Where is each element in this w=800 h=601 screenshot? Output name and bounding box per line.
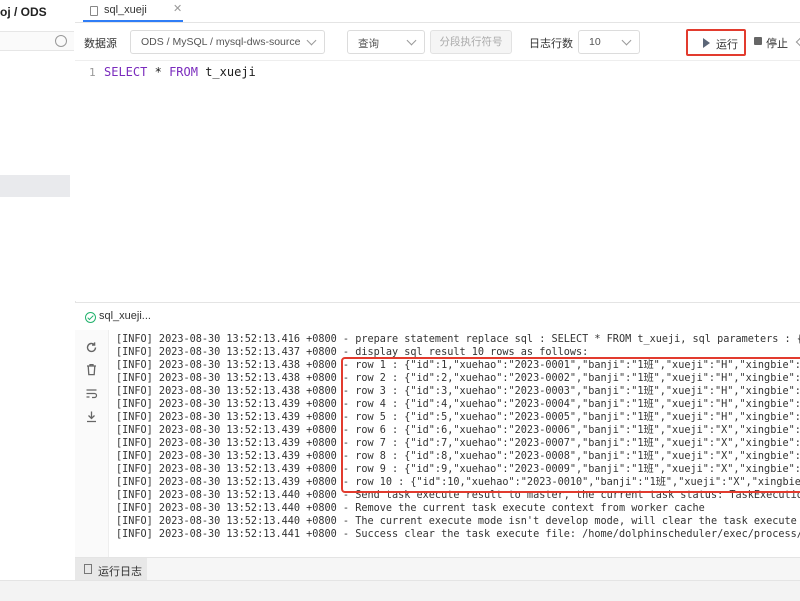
tab-sql-xueji[interactable]: sql_xueji ✕ (83, 0, 183, 22)
log-line: [INFO] 2023-08-30 13:52:13.439 +0800 - r… (116, 425, 800, 436)
log-line: [INFO] 2023-08-30 13:52:13.439 +0800 - r… (116, 477, 800, 488)
tab-result-sql-xueji[interactable]: sql_xueji... (83, 303, 173, 330)
sql-star: * (154, 65, 162, 79)
project-tree-panel: oj / ODS (0, 0, 76, 600)
log-line: [INFO] 2023-08-30 13:52:13.438 +0800 - r… (116, 360, 800, 371)
query-type-select[interactable]: 查询 (347, 30, 425, 54)
log-line: [INFO] 2023-08-30 13:52:13.440 +0800 - R… (116, 503, 705, 514)
datasource-label: 数据源 (84, 38, 117, 50)
log-line: [INFO] 2023-08-30 13:52:13.416 +0800 - p… (116, 334, 800, 345)
tree-item-selected[interactable] (0, 175, 70, 197)
datasource-select[interactable]: ODS / MySQL / mysql-dws-source (130, 30, 325, 54)
sql-editor[interactable]: 1 SELECT * FROM t_xueji (75, 61, 800, 301)
download-icon[interactable] (85, 410, 98, 423)
log-rows-select[interactable]: 10 (578, 30, 640, 54)
file-icon (90, 6, 98, 16)
wrap-lines-icon[interactable] (85, 387, 98, 400)
result-tab-bar: sql_xueji... (75, 302, 800, 331)
run-log-label: 运行日志 (98, 566, 142, 578)
chevron-down-icon (406, 35, 417, 46)
log-line: [INFO] 2023-08-30 13:52:13.439 +0800 - r… (116, 438, 800, 449)
sql-keyword-select: SELECT (104, 65, 148, 79)
log-line: [INFO] 2023-08-30 13:52:13.440 +0800 - T… (116, 516, 800, 527)
query-toolbar: 数据源 ODS / MySQL / mysql-dws-source 查询 分段… (75, 23, 800, 61)
chevron-down-icon (306, 35, 317, 46)
sql-keyword-from: FROM (169, 65, 198, 79)
editor-tab-bar: sql_xueji ✕ (75, 0, 800, 23)
code-line[interactable]: SELECT * FROM t_xueji (104, 65, 256, 79)
log-rows-label: 日志行数 (529, 38, 573, 50)
close-icon[interactable]: ✕ (173, 2, 182, 15)
log-line: [INFO] 2023-08-30 13:52:13.441 +0800 - S… (116, 529, 800, 540)
segment-separator-button[interactable]: 分段执行符号 (430, 30, 512, 54)
status-bar (0, 580, 800, 601)
log-rows-value: 10 (589, 36, 601, 48)
run-log-output[interactable]: [INFO] 2023-08-30 13:52:13.416 +0800 - p… (109, 330, 800, 556)
log-line: [INFO] 2023-08-30 13:52:13.437 +0800 - d… (116, 347, 589, 358)
result-tab-label: sql_xueji... (99, 310, 151, 322)
log-line: [INFO] 2023-08-30 13:52:13.439 +0800 - r… (116, 412, 800, 423)
stop-icon (754, 37, 762, 45)
play-icon (703, 38, 710, 48)
delete-icon[interactable] (85, 363, 98, 376)
project-path-title: oj / ODS (0, 5, 47, 19)
chevron-down-icon (621, 35, 632, 46)
success-check-icon (85, 312, 96, 323)
stop-button[interactable]: 停止 (752, 30, 800, 54)
query-type-value: 查询 (358, 38, 379, 50)
search-icon[interactable] (55, 35, 67, 47)
refresh-icon[interactable] (85, 341, 98, 354)
log-line: [INFO] 2023-08-30 13:52:13.439 +0800 - r… (116, 464, 800, 475)
sql-table-name: t_xueji (205, 65, 256, 79)
datasource-value: ODS / MySQL / mysql-dws-source (141, 36, 301, 48)
tab-label: sql_xueji (104, 4, 147, 16)
log-toolbar (75, 330, 109, 557)
run-label: 运行 (716, 39, 738, 51)
log-line: [INFO] 2023-08-30 13:52:13.440 +0800 - S… (116, 490, 800, 501)
run-button[interactable]: 运行 (686, 29, 746, 56)
bottom-panel-bar: 运行日志 (75, 557, 800, 580)
log-line: [INFO] 2023-08-30 13:52:13.438 +0800 - r… (116, 386, 800, 397)
line-gutter: 1 (75, 61, 101, 301)
log-line: [INFO] 2023-08-30 13:52:13.439 +0800 - r… (116, 399, 800, 410)
log-file-icon (84, 564, 92, 574)
tab-run-log[interactable]: 运行日志 (75, 558, 147, 580)
line-number: 1 (89, 66, 96, 79)
tree-search-bar[interactable] (0, 31, 74, 51)
stop-label: 停止 (766, 38, 788, 50)
log-line: [INFO] 2023-08-30 13:52:13.438 +0800 - r… (116, 373, 800, 384)
log-line: [INFO] 2023-08-30 13:52:13.439 +0800 - r… (116, 451, 800, 462)
